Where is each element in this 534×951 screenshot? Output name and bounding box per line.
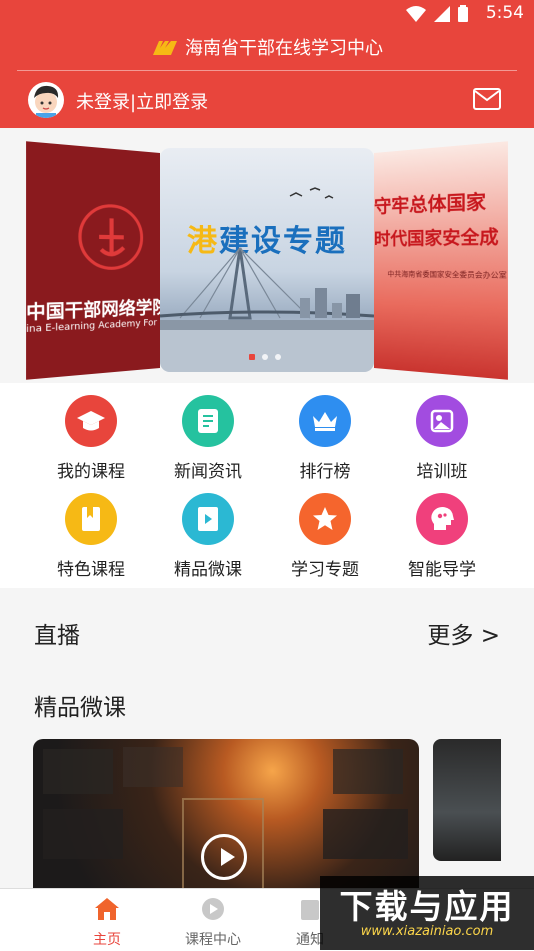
menu-label: 培训班 xyxy=(416,462,468,482)
menu-label: 排行榜 xyxy=(299,462,351,482)
menu-label: 学习专题 xyxy=(291,560,359,580)
banner-slide-right[interactable]: 守牢总体国家 时代国家安全成 中共海南省委国家安全委员会办公室 xyxy=(374,141,508,380)
app-title-text: 海南省干部在线学习中心 xyxy=(185,38,383,59)
training-icon xyxy=(416,395,468,447)
head-brain-icon xyxy=(416,493,468,545)
nav-course-label: 课程中心 xyxy=(185,932,241,948)
carousel-dot-2[interactable] xyxy=(262,354,268,360)
login-row[interactable]: 未登录|立即登录 xyxy=(0,78,534,122)
live-title: 直播 xyxy=(34,623,80,649)
video-book-icon xyxy=(182,493,234,545)
micro-course-title: 精品微课 xyxy=(34,695,126,721)
academy-seal-icon xyxy=(69,193,151,279)
watermark-url: www.xiazainiao.com xyxy=(360,924,494,939)
carousel-dot-1[interactable] xyxy=(249,354,255,360)
menu-smart-guide[interactable]: 智能导学 xyxy=(383,481,501,580)
signal-icon xyxy=(434,5,450,22)
wifi-icon xyxy=(406,5,426,22)
play-icon[interactable] xyxy=(201,834,247,880)
menu-label: 新闻资讯 xyxy=(174,462,242,482)
banner-right-small: 中共海南省委国家安全委员会办公室 xyxy=(387,270,507,280)
menu-news[interactable]: 新闻资讯 xyxy=(149,383,267,482)
carousel-indicator xyxy=(249,354,281,360)
video-card-partial[interactable] xyxy=(433,739,501,861)
play-circle-icon xyxy=(202,898,224,920)
live-section: 直播 更多 > xyxy=(0,600,534,662)
graduation-cap-icon xyxy=(65,395,117,447)
watermark-title: 下载与应用 xyxy=(339,887,515,926)
live-more-link[interactable]: 更多 > xyxy=(427,616,500,650)
menu-micro-courses[interactable]: 精品微课 xyxy=(149,481,267,580)
app-logo-icon xyxy=(153,41,177,55)
menu-featured-courses[interactable]: 特色课程 xyxy=(32,481,150,580)
carousel-dot-3[interactable] xyxy=(275,354,281,360)
home-icon xyxy=(95,898,119,920)
menu-label: 精品微课 xyxy=(174,560,242,580)
app-header: 5:54 海南省干部在线学习中心 未登录|立即登录 xyxy=(0,0,534,128)
battery-icon xyxy=(458,5,468,22)
video-card[interactable] xyxy=(33,739,419,899)
watermark: 下载与应用 www.xiazainiao.com xyxy=(320,876,534,950)
menu-label: 特色课程 xyxy=(57,560,125,580)
menu-study-topics[interactable]: 学习专题 xyxy=(266,481,384,580)
news-icon xyxy=(182,395,234,447)
avatar[interactable] xyxy=(28,82,64,118)
nav-home-label: 主页 xyxy=(93,932,121,948)
bridge-illustration xyxy=(160,187,374,372)
status-bar: 5:54 xyxy=(0,0,534,28)
nav-course-center[interactable]: 课程中心 xyxy=(163,897,263,949)
status-icons xyxy=(406,5,468,22)
menu-label: 智能导学 xyxy=(408,560,476,580)
menu-training[interactable]: 培训班 xyxy=(383,383,501,482)
bookmark-book-icon xyxy=(65,493,117,545)
banner-right-line1: 守牢总体国家 xyxy=(374,191,487,218)
star-icon xyxy=(299,493,351,545)
app-title: 海南省干部在线学习中心 xyxy=(0,34,534,60)
banner-slide-left[interactable]: 中国干部网络学院 ina E-learning Academy For Lead… xyxy=(26,141,160,380)
micro-course-section: 精品微课 xyxy=(0,682,534,732)
status-time: 5:54 xyxy=(485,3,524,23)
avatar-face-icon xyxy=(34,85,59,118)
header-divider xyxy=(17,70,517,71)
login-link[interactable]: 未登录|立即登录 xyxy=(76,88,208,114)
mail-icon[interactable] xyxy=(473,88,501,110)
banner-right-line2: 时代国家安全成 xyxy=(374,226,499,250)
menu-my-courses[interactable]: 我的课程 xyxy=(32,383,150,482)
crown-icon xyxy=(299,395,351,447)
nav-home[interactable]: 主页 xyxy=(57,897,157,949)
menu-ranking[interactable]: 排行榜 xyxy=(266,383,384,482)
banner-slide-center[interactable]: 港建设专题 xyxy=(160,148,374,372)
feature-grid: 我的课程 新闻资讯 排行榜 培训班 特色课程 精品微课 学习专题 智能导学 xyxy=(0,383,534,588)
menu-label: 我的课程 xyxy=(57,462,125,482)
banner-carousel[interactable]: 中国干部网络学院 ina E-learning Academy For Lead… xyxy=(0,128,534,383)
